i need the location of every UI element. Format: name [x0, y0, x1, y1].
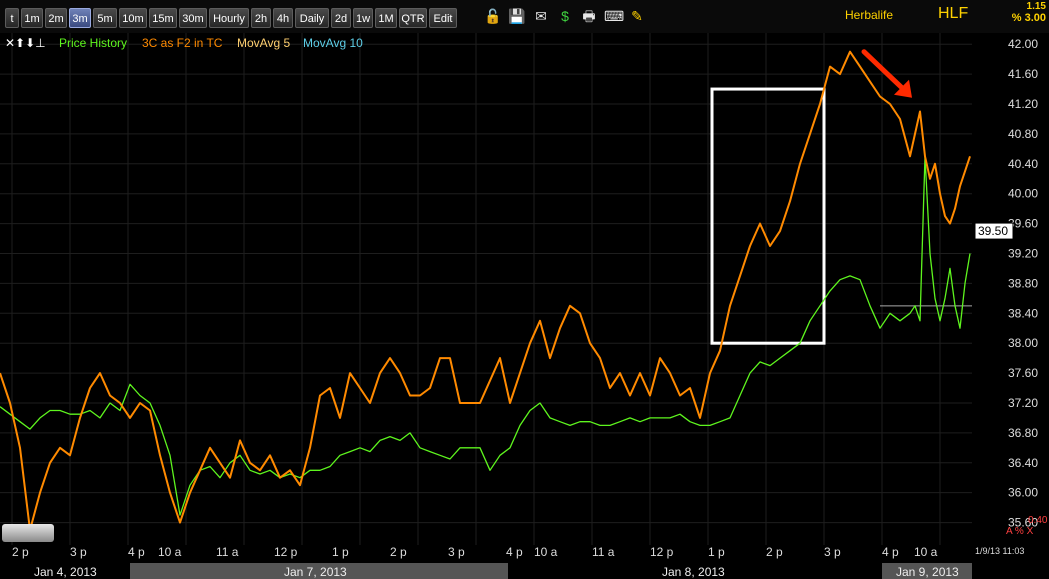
- timeframe-button-hourly[interactable]: Hourly: [209, 8, 249, 28]
- y-tick-label: 40.00: [1008, 187, 1038, 201]
- scroll-handle[interactable]: [2, 524, 54, 542]
- x-axis-label: 1 p: [332, 545, 349, 559]
- x-axis-label: 2 p: [766, 545, 783, 559]
- y-tick-label: 38.00: [1008, 336, 1038, 350]
- y-tick-label: 39.20: [1008, 246, 1038, 260]
- y-tick-label: 40.40: [1008, 157, 1038, 171]
- current-price-label: 39.50: [978, 224, 1008, 238]
- timeframe-button-edit[interactable]: Edit: [429, 8, 457, 28]
- x-axis-label: 3 p: [448, 545, 465, 559]
- keyboard-icon[interactable]: ⌨: [604, 7, 624, 25]
- time-axis: 1/9/13 11:03 2 p 3 p 4 p 10 a 11 a 12 p 1 p 2 p…: [0, 545, 1049, 579]
- lock-icon[interactable]: 🔓: [484, 7, 502, 25]
- price-change: 1.15: [1026, 1, 1046, 12]
- timeframe-button-qtr[interactable]: QTR: [399, 8, 427, 28]
- timeframe-button-2h[interactable]: 2h: [251, 8, 271, 28]
- print-icon[interactable]: 🖶: [580, 7, 598, 25]
- x-axis-label: 12 p: [650, 545, 674, 559]
- timeframe-button-1m[interactable]: 1M: [375, 8, 397, 28]
- pencil-icon[interactable]: ✎: [628, 7, 646, 25]
- x-axis-label: 3 p: [70, 545, 87, 559]
- email-icon[interactable]: ✉: [532, 7, 550, 25]
- y-tick-label: 37.60: [1008, 366, 1038, 380]
- indicator-scale-value: 0.40: [1028, 515, 1048, 526]
- x-axis-label: 1 p: [708, 545, 725, 559]
- price-axis: 42.0041.6041.2040.8040.4040.0039.6039.20…: [1008, 37, 1038, 529]
- timeframe-button-t[interactable]: t: [5, 8, 19, 28]
- timeframe-button-2m[interactable]: 2m: [45, 8, 67, 28]
- x-axis-label: 4 p: [506, 545, 523, 559]
- y-tick-label: 40.80: [1008, 127, 1038, 141]
- date-label: Jan 9, 2013: [896, 565, 959, 579]
- legend-movavg-5[interactable]: MovAvg 5: [237, 36, 290, 50]
- y-tick-label: 37.20: [1008, 396, 1038, 410]
- ticker-name: Herbalife: [845, 8, 894, 22]
- legend-price-history[interactable]: Price History: [59, 36, 127, 50]
- date-label: Jan 4, 2013: [34, 565, 97, 579]
- timeframe-button-30m[interactable]: 30m: [179, 8, 207, 28]
- legend-3c[interactable]: 3C as F2 in TC: [142, 36, 222, 50]
- x-axis-label: 3 p: [824, 545, 841, 559]
- y-tick-label: 41.20: [1008, 97, 1038, 111]
- timeframe-button-1m[interactable]: 1m: [21, 8, 43, 28]
- y-tick-label: 41.60: [1008, 67, 1038, 81]
- indicator-controls[interactable]: A % X: [1006, 526, 1033, 537]
- legend-movavg-10[interactable]: MovAvg 10: [303, 36, 363, 50]
- x-axis-label: 11 a: [216, 545, 239, 559]
- x-axis-label: 10 a: [534, 545, 558, 559]
- timeframe-button-daily[interactable]: Daily: [295, 8, 329, 28]
- timeframe-button-5m[interactable]: 5m: [93, 8, 117, 28]
- x-axis-label: 2 p: [390, 545, 407, 559]
- timestamp: 1/9/13 11:03: [975, 546, 1025, 556]
- timeframe-button-10m[interactable]: 10m: [119, 8, 147, 28]
- price-chart: 42.0041.6041.2040.8040.4040.0039.6039.20…: [0, 0, 1038, 545]
- date-label: Jan 8, 2013: [662, 565, 725, 579]
- x-axis-label: 4 p: [128, 545, 145, 559]
- x-axis-label: 10 a: [158, 545, 182, 559]
- legend-arrows-icon[interactable]: ✕⬆⬇⊥: [5, 36, 46, 50]
- x-axis-label: 2 p: [12, 545, 29, 559]
- timeframe-button-15m[interactable]: 15m: [149, 8, 177, 28]
- x-axis-label: 4 p: [882, 545, 899, 559]
- x-axis-label: 11 a: [592, 545, 615, 559]
- date-label: Jan 7, 2013: [284, 565, 347, 579]
- timeframe-button-1w[interactable]: 1w: [353, 8, 373, 28]
- y-tick-label: 38.80: [1008, 276, 1038, 290]
- save-icon[interactable]: 💾: [508, 7, 526, 25]
- y-tick-label: 36.00: [1008, 486, 1038, 500]
- y-tick-label: 36.80: [1008, 426, 1038, 440]
- y-tick-label: 42.00: [1008, 37, 1038, 51]
- x-axis-label: 12 p: [274, 545, 298, 559]
- timeframe-button-3m[interactable]: 3m: [69, 8, 91, 28]
- y-tick-label: 36.40: [1008, 456, 1038, 470]
- timeframe-button-2d[interactable]: 2d: [331, 8, 351, 28]
- dollar-icon[interactable]: $: [556, 7, 574, 25]
- price-change-percent: % 3.00: [1011, 12, 1046, 24]
- timeframe-button-4h[interactable]: 4h: [273, 8, 293, 28]
- y-tick-label: 38.40: [1008, 306, 1038, 320]
- x-axis-label: 10 a: [914, 545, 938, 559]
- ticker-symbol: HLF: [938, 5, 969, 22]
